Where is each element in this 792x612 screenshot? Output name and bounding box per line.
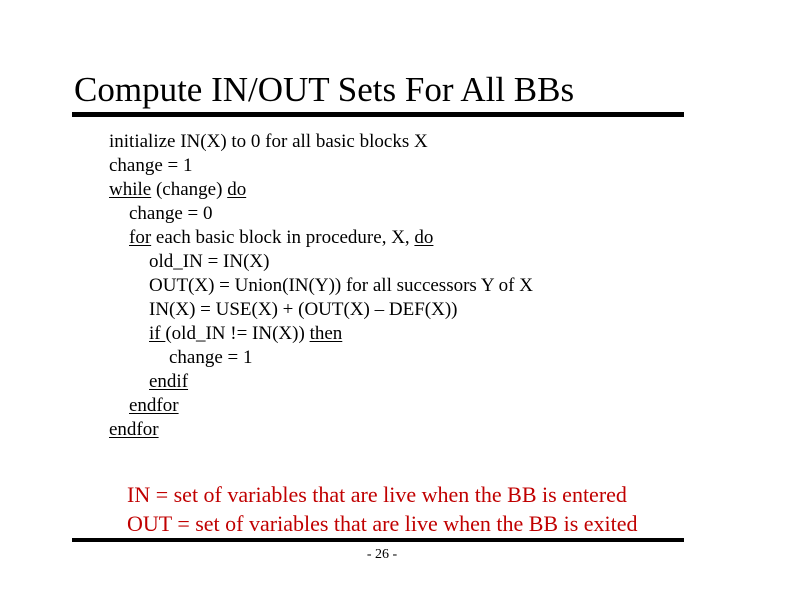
pseudocode-block: initialize IN(X) to 0 for all basic bloc…: [109, 130, 533, 442]
code-line: change = 1: [109, 346, 533, 370]
code-text: (old_IN != IN(X)): [165, 323, 310, 344]
definitions-block: IN = set of variables that are live when…: [127, 480, 638, 538]
code-text: old_IN = IN(X): [149, 251, 270, 272]
code-text: each basic block in procedure, X,: [151, 227, 415, 248]
code-line: if (old_IN != IN(X)) then: [109, 322, 533, 346]
code-text: change = 1: [109, 155, 193, 176]
code-line: OUT(X) = Union(IN(Y)) for all successors…: [109, 274, 533, 298]
code-line: initialize IN(X) to 0 for all basic bloc…: [109, 130, 533, 154]
code-line: for each basic block in procedure, X, do: [109, 226, 533, 250]
title-divider: [72, 112, 684, 117]
code-line: endfor: [109, 394, 533, 418]
code-text: change = 1: [169, 347, 253, 368]
code-keyword: endfor: [109, 419, 159, 440]
code-line: change = 0: [109, 202, 533, 226]
code-keyword: endfor: [129, 395, 179, 416]
code-keyword: for: [129, 227, 152, 248]
slide-title: Compute IN/OUT Sets For All BBs: [74, 70, 575, 109]
code-keyword: if: [149, 323, 166, 344]
code-text: IN(X) = USE(X) + (OUT(X) – DEF(X)): [149, 299, 458, 320]
code-line: endfor: [109, 418, 533, 442]
code-line: endif: [109, 370, 533, 394]
code-text: change = 0: [129, 203, 213, 224]
code-keyword: then: [309, 323, 343, 344]
code-line: IN(X) = USE(X) + (OUT(X) – DEF(X)): [109, 298, 533, 322]
footer-divider: [72, 538, 684, 542]
definition-out: OUT = set of variables that are live whe…: [127, 511, 638, 536]
code-line: old_IN = IN(X): [109, 250, 533, 274]
code-keyword: do: [227, 179, 247, 200]
code-text: OUT(X) = Union(IN(Y)) for all successors…: [149, 275, 533, 296]
code-keyword: endif: [149, 371, 189, 392]
code-line: change = 1: [109, 154, 533, 178]
definition-in: IN = set of variables that are live when…: [127, 482, 627, 507]
code-keyword: while: [109, 179, 152, 200]
code-text: initialize IN(X) to 0 for all basic bloc…: [109, 131, 428, 152]
code-line: while (change) do: [109, 178, 533, 202]
page-number: - 26 -: [366, 547, 398, 562]
code-text: (change): [151, 179, 228, 200]
code-keyword: do: [414, 227, 434, 248]
